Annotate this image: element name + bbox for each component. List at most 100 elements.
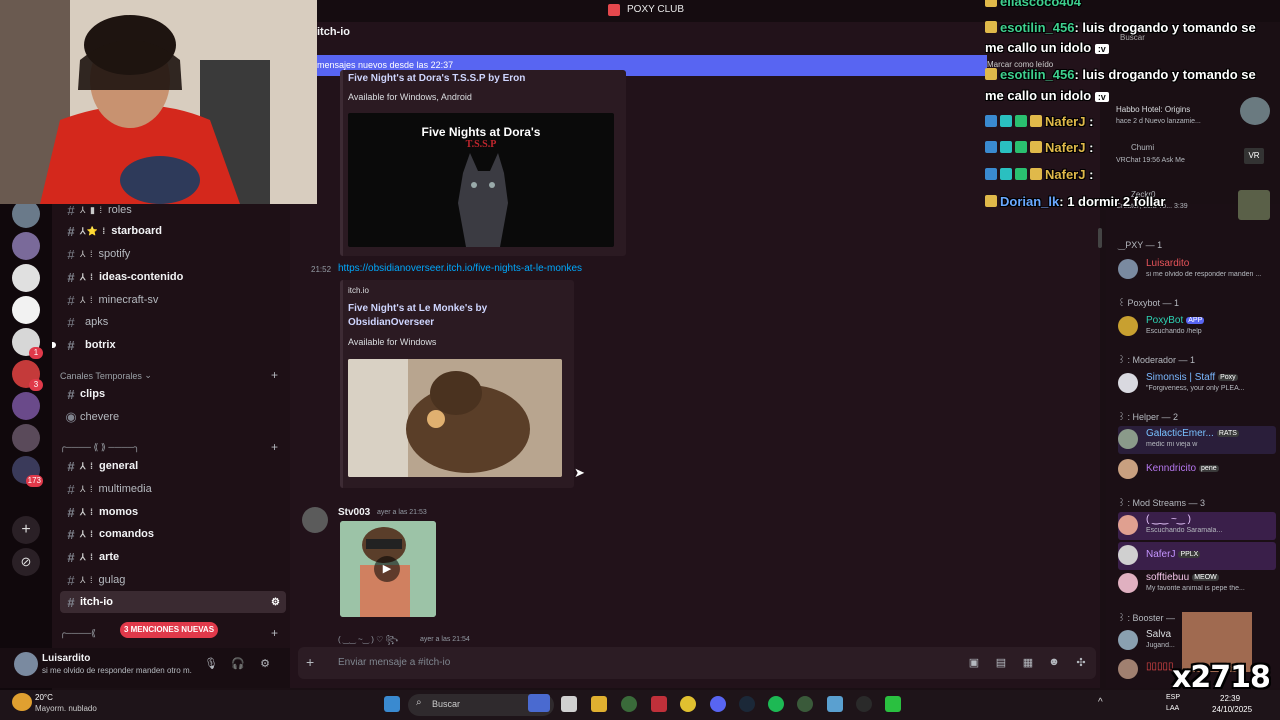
start-icon[interactable] bbox=[384, 696, 400, 712]
channel-botrix[interactable]: # botrix bbox=[52, 334, 286, 356]
channel-label: general bbox=[99, 460, 139, 472]
member-item[interactable]: Kenndricito pene bbox=[1118, 456, 1276, 484]
add-server-icon[interactable]: + bbox=[12, 516, 40, 544]
badge: 173 bbox=[25, 475, 43, 487]
channel-apks[interactable]: # apks bbox=[60, 311, 286, 333]
server-icon[interactable] bbox=[12, 200, 40, 228]
tray-chevron-icon[interactable]: ^ bbox=[1098, 697, 1103, 708]
notepad-icon[interactable] bbox=[827, 696, 843, 712]
message-time: 21:52 bbox=[311, 265, 332, 274]
attach-plus-icon[interactable]: + bbox=[306, 654, 314, 670]
avatar[interactable] bbox=[14, 652, 38, 676]
server-icon[interactable]: 3 bbox=[12, 360, 43, 391]
channel-ideas-contenido[interactable]: # ⅄ ⁞ ideas-contenido bbox=[60, 266, 286, 288]
role-category: ꒱ : Booster — bbox=[1118, 613, 1176, 623]
add-channel-icon[interactable]: + bbox=[271, 626, 278, 640]
user-name[interactable]: Luisardito bbox=[42, 653, 90, 664]
discover-icon[interactable]: ⊘ bbox=[12, 548, 40, 576]
embed-title[interactable]: Five Night's at Dora's T.S.S.P by Eron bbox=[348, 73, 525, 84]
message-link[interactable]: https://obsidianoverseer.itch.io/five-ni… bbox=[338, 263, 582, 274]
steam-icon[interactable] bbox=[739, 696, 755, 712]
gif-icon[interactable]: ▤ bbox=[994, 656, 1008, 670]
message-input[interactable]: Enviar mensaje a #itch-io bbox=[338, 657, 450, 668]
embed-image[interactable] bbox=[348, 359, 562, 477]
channel-chevere[interactable]: ◉ chevere bbox=[60, 406, 286, 428]
member-item[interactable]: NaferJ PPLX bbox=[1118, 542, 1276, 570]
guild-tag: RATS bbox=[1216, 430, 1239, 437]
clock-time[interactable]: 22:39 bbox=[1220, 694, 1240, 703]
clock-date[interactable]: 24/10/2025 bbox=[1212, 705, 1252, 714]
settings-icon[interactable]: ⚙ bbox=[271, 597, 280, 608]
microphone-icon[interactable]: 🎙 bbox=[203, 657, 219, 671]
add-channel-icon[interactable]: + bbox=[271, 440, 278, 454]
discord-icon[interactable] bbox=[710, 696, 726, 712]
play-icon[interactable]: ▶ bbox=[374, 556, 400, 582]
avatar bbox=[1118, 459, 1138, 479]
hash-icon: # bbox=[67, 526, 75, 542]
gift-icon[interactable]: ▣ bbox=[967, 656, 981, 670]
settings-icon[interactable]: ⚙ bbox=[257, 657, 273, 671]
channel-itch-io[interactable]: # itch-io ⚙ bbox=[60, 591, 286, 613]
server-icon[interactable]: 1 bbox=[12, 328, 43, 359]
app-icon[interactable] bbox=[885, 696, 901, 712]
channel-starboard[interactable]: # ⅄⭐ ⁞ starboard bbox=[60, 220, 286, 242]
role-category: ꒱ : Moderador — 1 bbox=[1118, 355, 1196, 365]
avatar[interactable] bbox=[302, 507, 328, 533]
server-icon[interactable] bbox=[12, 424, 40, 452]
channel-momos[interactable]: # ⅄ ⁞ momos bbox=[60, 501, 286, 523]
top-search[interactable]: Buscar bbox=[1120, 33, 1145, 42]
app-icon[interactable] bbox=[651, 696, 667, 712]
server-icon[interactable] bbox=[12, 232, 40, 260]
server-icon[interactable] bbox=[12, 296, 40, 324]
weather-icon[interactable] bbox=[12, 693, 32, 711]
apps-icon[interactable]: ✣ bbox=[1074, 656, 1088, 670]
server-icon[interactable] bbox=[12, 264, 40, 292]
channel-gulag[interactable]: # ⅄ ⁞ gulag bbox=[60, 569, 286, 591]
obs-icon[interactable] bbox=[856, 696, 872, 712]
embed-title[interactable]: Five Night's at Le Monke's by ObsidianOv… bbox=[348, 302, 558, 330]
mark-read[interactable]: Marcar como leído bbox=[987, 60, 1053, 69]
channel-label: roles bbox=[107, 204, 132, 216]
app-icon[interactable] bbox=[621, 696, 637, 712]
embed-image[interactable]: Five Nights at Dora's T.S.S.P bbox=[348, 113, 614, 247]
hash-icon: # bbox=[67, 314, 75, 330]
server-folder[interactable]: 173 bbox=[12, 456, 43, 487]
sticker-icon[interactable]: ▦ bbox=[1021, 656, 1035, 670]
channel-minecraft-sv[interactable]: # ⅄ ⁞ minecraft-sv bbox=[60, 289, 286, 311]
new-messages-text: mensajes nuevos desde las 22:37 bbox=[317, 60, 454, 70]
channel-general[interactable]: # ⅄ ⁞ general bbox=[60, 455, 286, 477]
embed-platforms: Available for Windows bbox=[348, 337, 437, 347]
file-explorer-icon[interactable] bbox=[591, 696, 607, 712]
category-deco[interactable]: ╭──── ⟪ ⟫ ────╮ bbox=[60, 442, 139, 453]
category-temporales[interactable]: Canales Temporales ⌄ bbox=[60, 370, 152, 381]
chrome-icon[interactable] bbox=[680, 696, 696, 712]
taskbar bbox=[0, 690, 1280, 720]
channel-clips[interactable]: # clips bbox=[60, 383, 286, 405]
member-item[interactable]: sofftiebuu MEOW My favorite animal is pepe… bbox=[1118, 570, 1276, 598]
member-item[interactable]: ( ‿‿ ~‿ ) Escuchando Saramala... bbox=[1118, 512, 1276, 540]
add-channel-icon[interactable]: + bbox=[271, 368, 278, 382]
member-item[interactable]: PoxyBot APP Escuchando /help bbox=[1118, 313, 1276, 341]
channel-label: chevere bbox=[80, 411, 120, 423]
embed-provider[interactable]: itch.io bbox=[348, 286, 369, 295]
message-author[interactable]: Stv003 bbox=[338, 507, 370, 518]
channel-spotify[interactable]: # ⅄ ⁞ spotify bbox=[60, 243, 286, 265]
member-item[interactable]: Luisardito si me olvido de responder mand… bbox=[1118, 256, 1276, 284]
mentions-pill[interactable]: 3 MENCIONES NUEVAS bbox=[120, 622, 218, 638]
channel-roles[interactable]: # ⅄ ▮ ⁞ roles bbox=[60, 204, 286, 221]
emoji-icon[interactable]: ☻ bbox=[1047, 656, 1061, 670]
member-item[interactable]: Simonsis | Staff Poxy "Forgiveness, your o… bbox=[1118, 370, 1276, 398]
channel-arte[interactable]: # ⅄ ⁞ arte bbox=[60, 546, 286, 568]
spotify-icon[interactable] bbox=[768, 696, 784, 712]
category-collapsed[interactable]: ╭────⟪ bbox=[60, 628, 96, 639]
task-view-icon[interactable] bbox=[561, 696, 577, 712]
channel-multimedia[interactable]: # ⅄ ⁞ multimedia bbox=[60, 478, 286, 500]
member-item[interactable]: GalacticEmer... RATS medic mi vieja w bbox=[1118, 426, 1276, 454]
app-icon[interactable] bbox=[797, 696, 813, 712]
headphones-icon[interactable]: 🎧 bbox=[230, 657, 246, 671]
scrollbar[interactable] bbox=[1098, 228, 1102, 248]
channel-comandos[interactable]: # ⅄ ⁞ comandos bbox=[60, 523, 286, 545]
language-indicator[interactable]: ESP bbox=[1166, 694, 1180, 701]
server-icon[interactable] bbox=[12, 392, 40, 420]
image-subtitle: T.S.S.P bbox=[465, 139, 497, 150]
